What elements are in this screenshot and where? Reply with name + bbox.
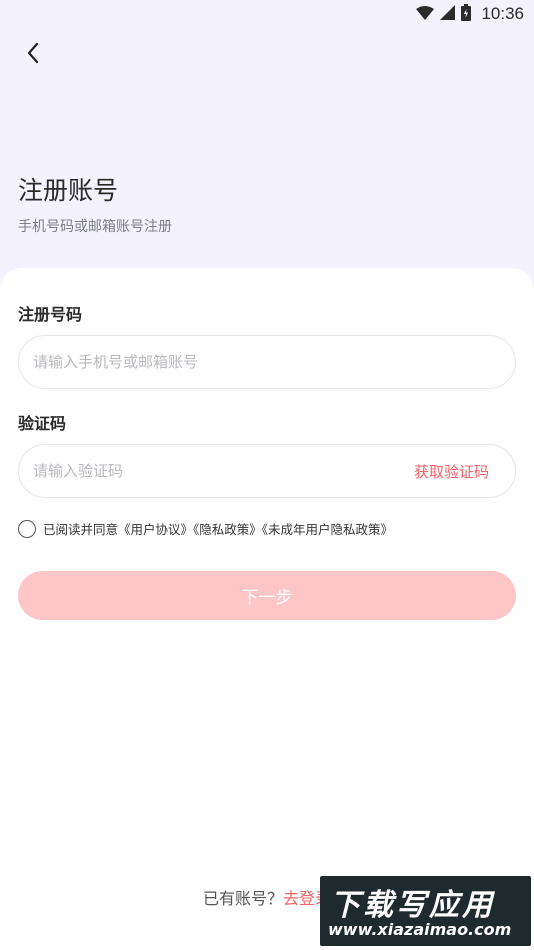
- get-code-button[interactable]: 获取验证码: [414, 461, 489, 482]
- page-subtitle: 手机号码或邮箱账号注册: [18, 219, 172, 235]
- chevron-left-icon: [27, 42, 39, 64]
- signal-icon: [440, 4, 456, 24]
- status-time: 10:36: [481, 4, 524, 23]
- phone-label: 注册号码: [18, 305, 83, 324]
- next-button[interactable]: 下一步: [18, 571, 516, 620]
- agreement-checkbox[interactable]: [18, 519, 36, 538]
- status-icons: 10:36: [416, 3, 524, 25]
- phone-input-box: [18, 335, 516, 389]
- code-input[interactable]: [33, 462, 414, 480]
- watermark: 下载写应用 www.xiazaimao.com: [320, 876, 531, 946]
- code-input-box: 获取验证码: [18, 444, 516, 498]
- agreement-row: 已阅读并同意《用户协议》《隐私政策》《未成年用户隐私政策》: [18, 519, 393, 538]
- user-agreement-link[interactable]: 《用户协议》: [118, 522, 193, 537]
- status-bar: 10:36: [0, 0, 534, 28]
- minor-privacy-policy-link[interactable]: 《未成年用户隐私政策》: [262, 522, 393, 537]
- page-title: 注册账号: [18, 176, 119, 205]
- wifi-icon: [416, 5, 435, 24]
- phone-input[interactable]: [33, 353, 501, 371]
- watermark-logo-text: 下载写应用: [330, 888, 495, 923]
- register-screen: 10:36 注册账号 手机号码或邮箱账号注册 注册号码 验证码 获取验证码 已阅…: [0, 0, 534, 950]
- login-question: 已有账号？: [202, 889, 283, 908]
- watermark-url: www.xiazaimao.com: [328, 920, 512, 939]
- privacy-policy-link[interactable]: 《隐私政策》: [193, 522, 262, 537]
- agreement-prefix: 已阅读并同意: [43, 522, 119, 537]
- back-button[interactable]: [18, 38, 48, 68]
- agreement-text: 已阅读并同意《用户协议》《隐私政策》《未成年用户隐私政策》: [43, 519, 393, 538]
- code-label: 验证码: [18, 414, 67, 433]
- battery-icon: [461, 3, 472, 25]
